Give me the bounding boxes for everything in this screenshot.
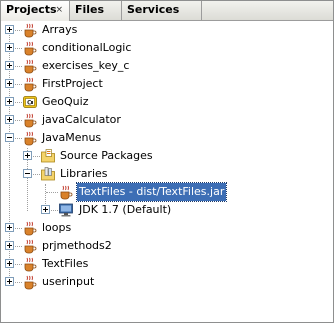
projects-window: Projects × Files Services Arrays conditi… xyxy=(0,0,334,323)
java-project-icon xyxy=(24,131,37,146)
tree-node-exercises-key-c[interactable]: exercises_key_c xyxy=(1,57,333,75)
expand-toggle[interactable] xyxy=(5,79,14,88)
tab-services[interactable]: Services xyxy=(122,1,202,20)
tree-node-label: FirstProject xyxy=(42,77,103,90)
expand-toggle[interactable] xyxy=(5,61,14,70)
tree-node-geoquiz[interactable]: C GeoQuiz xyxy=(1,93,333,111)
close-tab-icon[interactable]: × xyxy=(55,6,63,15)
tree-node-jdk[interactable]: JDK 1.7 (Default) xyxy=(1,201,333,219)
tab-projects-label: Projects xyxy=(6,3,57,16)
java-project-icon xyxy=(24,59,37,74)
java-project-icon xyxy=(24,221,37,236)
expand-toggle[interactable] xyxy=(5,97,14,106)
android-project-icon: C xyxy=(23,96,37,108)
tree-node-label: TextFiles - dist/TextFiles.jar xyxy=(75,182,228,202)
java-project-icon xyxy=(24,77,37,92)
tree-node-loops[interactable]: loops xyxy=(1,219,333,237)
tree-node-label: GeoQuiz xyxy=(42,95,89,108)
tree-node-label: JDK 1.7 (Default) xyxy=(79,203,172,216)
jdk-platform-icon xyxy=(59,203,73,217)
jar-file-icon xyxy=(60,185,73,200)
tree-node-libraries[interactable]: Libraries xyxy=(1,165,333,183)
collapse-toggle[interactable] xyxy=(23,169,32,178)
tree-node-userinput[interactable]: userinput xyxy=(1,273,333,291)
tree-node-source-packages[interactable]: Source Packages xyxy=(1,147,333,165)
tab-files[interactable]: Files xyxy=(70,1,122,20)
tab-projects[interactable]: Projects × xyxy=(1,1,70,21)
tree-node-label: Source Packages xyxy=(60,149,153,162)
expand-toggle[interactable] xyxy=(5,223,14,232)
tree-node-textfiles-jar[interactable]: TextFiles - dist/TextFiles.jar xyxy=(1,182,333,202)
java-project-icon xyxy=(24,113,37,128)
collapse-toggle[interactable] xyxy=(5,133,14,142)
tree-node-javamenus[interactable]: JavaMenus xyxy=(1,129,333,147)
tree-node-prjmethods2[interactable]: prjmethods2 xyxy=(1,237,333,255)
expand-toggle[interactable] xyxy=(5,241,14,250)
tab-files-label: Files xyxy=(75,3,105,16)
tree-node-label: conditionalLogic xyxy=(42,41,132,54)
libraries-folder-icon xyxy=(41,167,55,181)
tree-node-label: userinput xyxy=(42,275,95,288)
java-project-icon xyxy=(24,257,37,272)
tree-node-label: exercises_key_c xyxy=(42,59,130,72)
java-project-icon xyxy=(24,275,37,290)
expand-toggle[interactable] xyxy=(5,277,14,286)
tree-node-label: Libraries xyxy=(60,167,108,180)
expand-toggle[interactable] xyxy=(5,25,14,34)
tree-node-label: loops xyxy=(42,221,72,234)
tree-node-label: Arrays xyxy=(42,23,78,36)
tree-node-conditionallogic[interactable]: conditionalLogic xyxy=(1,39,333,57)
expand-toggle[interactable] xyxy=(41,205,50,214)
tree-node-label: prjmethods2 xyxy=(42,239,112,252)
expand-toggle[interactable] xyxy=(5,259,14,268)
java-project-icon xyxy=(24,239,37,254)
tree-node-textfiles[interactable]: TextFiles xyxy=(1,255,333,273)
java-project-icon xyxy=(24,41,37,56)
tree-node-label: JavaMenus xyxy=(42,131,102,144)
expand-toggle[interactable] xyxy=(23,151,32,160)
expand-toggle[interactable] xyxy=(5,43,14,52)
java-project-icon xyxy=(24,23,37,38)
tree-node-arrays[interactable]: Arrays xyxy=(1,21,333,39)
tree-node-label: javaCalculator xyxy=(42,113,121,126)
tree-node-javacalculator[interactable]: javaCalculator xyxy=(1,111,333,129)
tree-node-label: TextFiles xyxy=(42,257,89,270)
tree-node-firstproject[interactable]: FirstProject xyxy=(1,75,333,93)
source-packages-icon xyxy=(41,149,55,163)
tab-services-label: Services xyxy=(127,3,180,16)
expand-toggle[interactable] xyxy=(5,115,14,124)
tab-bar: Projects × Files Services xyxy=(1,1,333,21)
